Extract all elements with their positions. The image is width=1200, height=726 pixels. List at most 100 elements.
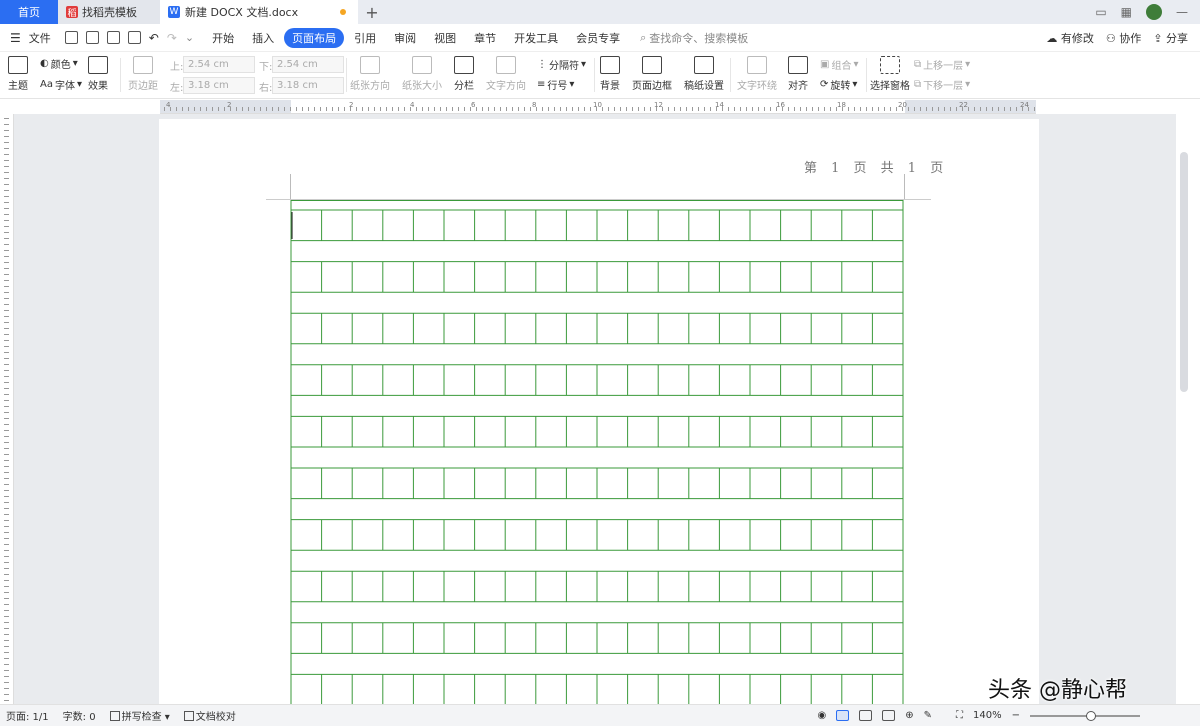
tab-menu-7[interactable]: 开发工具 bbox=[506, 28, 566, 48]
tab-document[interactable]: W 新建 DOCX 文档.docx bbox=[160, 0, 358, 24]
tab-menu-5[interactable]: 视图 bbox=[426, 28, 464, 48]
document-page[interactable]: 第 1 页 共 1 页 bbox=[159, 119, 1039, 704]
fit-page-icon[interactable]: ⛶ bbox=[956, 710, 963, 721]
proofread-icon bbox=[183, 711, 194, 721]
ruler-tick bbox=[1034, 107, 1035, 111]
margins-button[interactable]: 页边距 bbox=[128, 56, 158, 92]
write-mode-icon[interactable]: ✎ bbox=[924, 710, 932, 721]
align-button[interactable]: 对齐 bbox=[788, 56, 808, 92]
tab-home[interactable]: 首页 bbox=[0, 0, 58, 24]
send-backward-button[interactable]: ⧉ 下移一层 ▾ bbox=[914, 77, 970, 92]
status-bar: 页面: 1/1 字数: 0 拼写检查 ▾ 文档校对 ◉ ⊕ ✎ ⛶ 140% − bbox=[0, 704, 1200, 726]
redo-icon[interactable]: ↷ bbox=[167, 31, 177, 45]
ruler-tick bbox=[950, 107, 951, 111]
group-button[interactable]: ▣ 组合 ▾ bbox=[820, 57, 858, 72]
orientation-button[interactable]: 纸张方向 bbox=[350, 56, 390, 92]
vertical-ruler[interactable] bbox=[0, 114, 14, 704]
export-pdf-icon[interactable] bbox=[85, 31, 99, 44]
hamburger-icon[interactable]: ☰ bbox=[10, 31, 21, 45]
zoom-slider-knob[interactable] bbox=[1086, 710, 1096, 721]
share-label: 分享 bbox=[1166, 31, 1188, 45]
vertical-scrollbar[interactable] bbox=[1176, 114, 1200, 704]
text-wrap-button[interactable]: 文字环绕 bbox=[737, 56, 777, 92]
spell-check-button[interactable]: 拼写检查 ▾ bbox=[109, 708, 170, 723]
web-view-icon[interactable]: ⊕ bbox=[905, 710, 913, 721]
undo-icon[interactable]: ↶ bbox=[149, 31, 159, 45]
page-indicator[interactable]: 页面: 1/1 bbox=[6, 708, 49, 723]
outline-view-icon[interactable] bbox=[859, 710, 873, 721]
word-doc-icon: W bbox=[168, 6, 180, 18]
ruler-tick bbox=[608, 107, 609, 111]
page-border-button[interactable]: 页面边框 bbox=[632, 56, 672, 92]
selection-pane-button[interactable]: 选择窗格 bbox=[870, 56, 910, 92]
text-direction-button[interactable]: 文字方向 bbox=[486, 56, 526, 92]
tab-menu-8[interactable]: 会员专享 bbox=[568, 28, 628, 48]
word-count[interactable]: 字数: 0 bbox=[63, 708, 96, 723]
ruler-tick bbox=[344, 107, 345, 111]
collab-button[interactable]: ⚇ 协作 bbox=[1106, 30, 1141, 46]
scrollbar-thumb[interactable] bbox=[1180, 152, 1188, 392]
layout-switch-icon[interactable]: ▭ bbox=[1095, 5, 1106, 19]
manuscript-button[interactable]: 稿纸设置 bbox=[684, 56, 724, 92]
tab-menu-3[interactable]: 引用 bbox=[346, 28, 384, 48]
search-box[interactable]: ⌕ 查找命令、搜索模板 bbox=[640, 30, 748, 46]
manuscript-grid[interactable] bbox=[290, 200, 904, 704]
tab-menu-4[interactable]: 审阅 bbox=[386, 28, 424, 48]
breaks-button[interactable]: ⋮ 分隔符 ▾ bbox=[537, 57, 586, 72]
apps-grid-icon[interactable]: ▦ bbox=[1121, 5, 1132, 19]
rotate-button[interactable]: ⟳ 旋转 ▾ bbox=[820, 77, 857, 92]
tab-menu-0[interactable]: 开始 bbox=[204, 28, 242, 48]
ruler-tick bbox=[4, 568, 9, 569]
paper-size-button[interactable]: 纸张大小 bbox=[402, 56, 442, 92]
more-chevron-icon[interactable]: ⌄ bbox=[185, 31, 194, 44]
reading-view-icon[interactable] bbox=[882, 710, 896, 721]
bottom-margin-field[interactable]: 2.54 cm bbox=[272, 56, 344, 73]
ruler-tick bbox=[4, 172, 9, 173]
rotate-label: 旋转 bbox=[830, 81, 851, 92]
eye-protection-icon[interactable]: ◉ bbox=[818, 710, 827, 721]
ruler-tick bbox=[386, 107, 387, 111]
top-margin-field[interactable]: 2.54 cm bbox=[183, 56, 255, 73]
zoom-out-icon[interactable]: − bbox=[1012, 710, 1020, 721]
ruler-tick bbox=[188, 107, 189, 111]
share-button[interactable]: ⇪ 分享 bbox=[1153, 30, 1188, 46]
line-numbers-button[interactable]: ≡ 行号 ▾ bbox=[537, 77, 574, 92]
ruler-tick bbox=[4, 628, 9, 629]
theme-button[interactable]: 主题 bbox=[8, 56, 28, 92]
docer-logo-icon: 稻 bbox=[66, 6, 78, 19]
background-button[interactable]: 背景 bbox=[600, 56, 620, 92]
left-margin-field[interactable]: 3.18 cm bbox=[183, 77, 255, 94]
ruler-tick bbox=[4, 334, 9, 335]
zoom-slider[interactable] bbox=[1030, 710, 1140, 721]
ruler-tick bbox=[284, 107, 285, 111]
file-menu[interactable]: 文件 bbox=[29, 30, 51, 46]
ruler-number: 14 bbox=[715, 101, 724, 109]
send-backward-label: 下移一层 bbox=[923, 81, 964, 92]
tab-menu-6[interactable]: 章节 bbox=[466, 28, 504, 48]
tab-template[interactable]: 稻 找稻壳模板 bbox=[58, 0, 160, 24]
right-margin-field[interactable]: 3.18 cm bbox=[272, 77, 344, 94]
print-icon[interactable] bbox=[106, 31, 120, 44]
ruler-tick bbox=[218, 107, 219, 111]
save-icon[interactable] bbox=[64, 31, 78, 44]
tab-menu-2[interactable]: 页面布局 bbox=[284, 27, 345, 48]
modified-button[interactable]: ☁ 有修改 bbox=[1046, 30, 1094, 46]
ruler-tick bbox=[884, 107, 885, 111]
horizontal-ruler[interactable]: 4 2 2 4 6 8 10 12 14 16 18 20 22 24 bbox=[160, 100, 1036, 114]
ruler-tick bbox=[4, 694, 9, 695]
page-view-icon[interactable] bbox=[836, 710, 850, 721]
tab-menu-1[interactable]: 插入 bbox=[244, 28, 282, 48]
font-button[interactable]: Aa 字体 ▾ bbox=[40, 77, 82, 92]
proofread-button[interactable]: 文档校对 bbox=[183, 708, 236, 723]
minimize-icon[interactable]: — bbox=[1176, 5, 1188, 19]
new-tab-button[interactable]: + bbox=[358, 0, 386, 24]
color-button[interactable]: ◐ 颜色 ▾ bbox=[40, 56, 78, 71]
bring-forward-button[interactable]: ⧉ 上移一层 ▾ bbox=[914, 57, 970, 72]
zoom-level[interactable]: 140% bbox=[973, 710, 1002, 721]
avatar[interactable] bbox=[1146, 4, 1162, 20]
ruler-tick bbox=[4, 460, 9, 461]
effects-button[interactable]: 效果 bbox=[88, 56, 108, 92]
print-preview-icon[interactable] bbox=[127, 31, 141, 44]
ruler-tick bbox=[4, 682, 9, 683]
columns-button[interactable]: 分栏 bbox=[454, 56, 474, 92]
